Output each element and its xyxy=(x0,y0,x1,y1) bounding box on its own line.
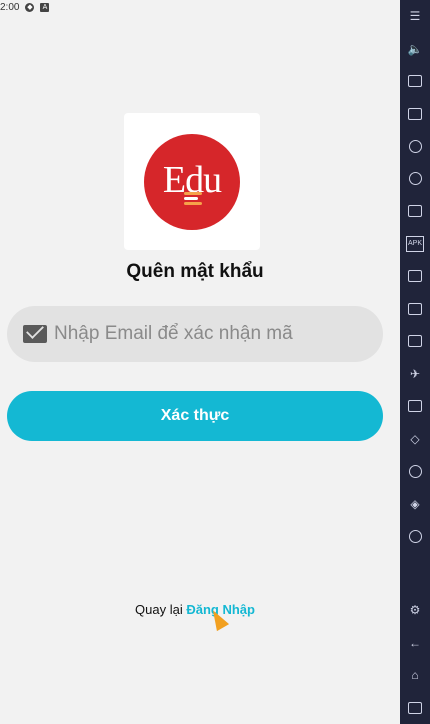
email-input[interactable] xyxy=(54,323,374,345)
apk-icon[interactable]: APK xyxy=(400,228,430,261)
screenshot-icon[interactable] xyxy=(400,260,430,293)
home-icon[interactable]: ⌂ xyxy=(400,659,430,692)
keyboard-icon[interactable] xyxy=(400,98,430,131)
rotate-icon[interactable] xyxy=(400,163,430,196)
email-field[interactable] xyxy=(7,306,383,362)
layers-icon[interactable]: ◈ xyxy=(400,488,430,521)
volume-icon[interactable]: 🔈 xyxy=(400,33,430,66)
folder-icon[interactable] xyxy=(400,325,430,358)
mail-icon xyxy=(23,325,47,343)
copy-icon[interactable] xyxy=(400,390,430,423)
notification-app-icon: A xyxy=(40,2,50,12)
settings-icon[interactable]: ⚙ xyxy=(400,594,430,627)
menu-icon[interactable]: ☰ xyxy=(400,0,430,33)
play-icon[interactable] xyxy=(400,130,430,163)
page-title: Quên mật khẩu xyxy=(126,261,264,282)
books-icon xyxy=(184,191,202,207)
recent-apps-icon[interactable] xyxy=(400,692,430,724)
notification-icon: ◆ xyxy=(25,2,35,12)
pointer-icon[interactable] xyxy=(400,65,430,98)
airplane-icon[interactable]: ✈ xyxy=(400,358,430,391)
status-bar: 2:00 ◆ A xyxy=(0,0,400,14)
emulator-sidebar: ☰ 🔈 APK ✈ ◇ ◈ ⚙ ← ⌂ xyxy=(400,0,430,724)
phone-screen: 2:00 ◆ A Edu Quên mật khẩu Xác thực Quay… xyxy=(0,0,400,724)
fullscreen-icon[interactable] xyxy=(400,293,430,326)
back-icon[interactable]: ← xyxy=(400,627,430,660)
logo-circle: Edu xyxy=(144,133,240,230)
status-time: 2:00 xyxy=(0,1,20,13)
speed-icon[interactable] xyxy=(400,520,430,553)
back-to-login-row: Quay lại Đăng Nhập xyxy=(0,602,390,617)
app-logo: Edu xyxy=(124,113,260,250)
toolbar-icon[interactable] xyxy=(400,195,430,228)
back-prefix: Quay lại xyxy=(135,602,183,617)
erase-icon[interactable]: ◇ xyxy=(400,423,430,456)
verify-button[interactable]: Xác thực xyxy=(7,391,383,441)
location-icon[interactable] xyxy=(400,455,430,488)
